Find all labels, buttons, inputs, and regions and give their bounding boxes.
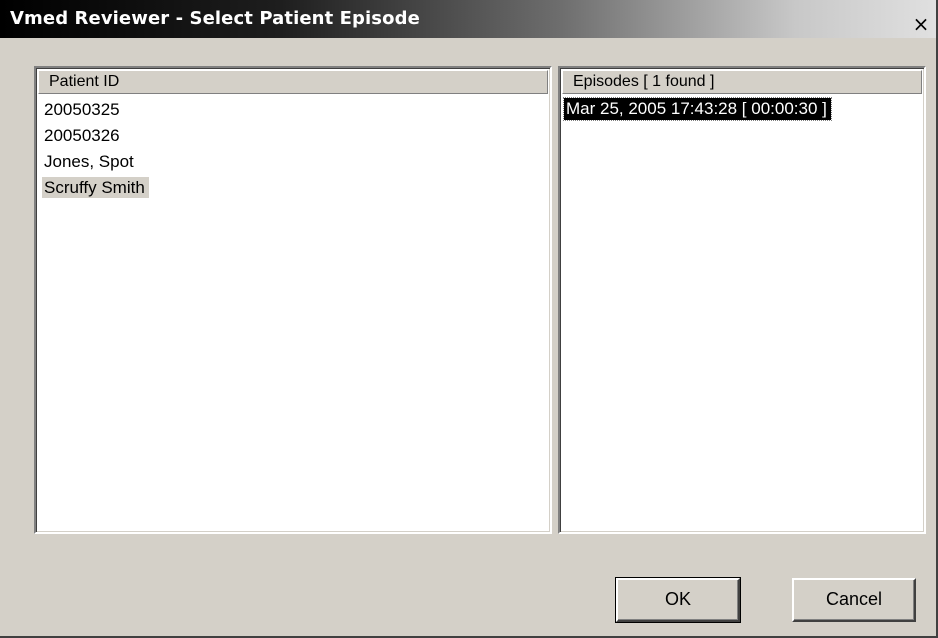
ok-button[interactable]: OK xyxy=(615,577,741,623)
patient-list[interactable]: Patient ID 20050325 20050326 Jones, Spot… xyxy=(34,66,552,534)
patient-list-item-selected[interactable]: Scruffy Smith xyxy=(40,175,546,201)
patient-list-item[interactable]: 20050325 xyxy=(40,97,546,123)
close-icon[interactable]: × xyxy=(910,14,932,34)
window-title: Vmed Reviewer - Select Patient Episode xyxy=(10,8,420,29)
patient-id-column-header[interactable]: Patient ID xyxy=(38,70,548,94)
patient-list-item[interactable]: 20050326 xyxy=(40,123,546,149)
select-episode-dialog: Vmed Reviewer - Select Patient Episode ×… xyxy=(0,0,938,638)
episodes-column-header[interactable]: Episodes [ 1 found ] xyxy=(562,70,922,94)
episode-list-item-selected[interactable]: Mar 25, 2005 17:43:28 [ 00:00:30 ] xyxy=(563,97,920,123)
episode-list[interactable]: Episodes [ 1 found ] Mar 25, 2005 17:43:… xyxy=(558,66,926,534)
title-bar: Vmed Reviewer - Select Patient Episode × xyxy=(0,0,936,38)
patient-list-item[interactable]: Jones, Spot xyxy=(40,149,546,175)
cancel-button[interactable]: Cancel xyxy=(792,578,916,622)
